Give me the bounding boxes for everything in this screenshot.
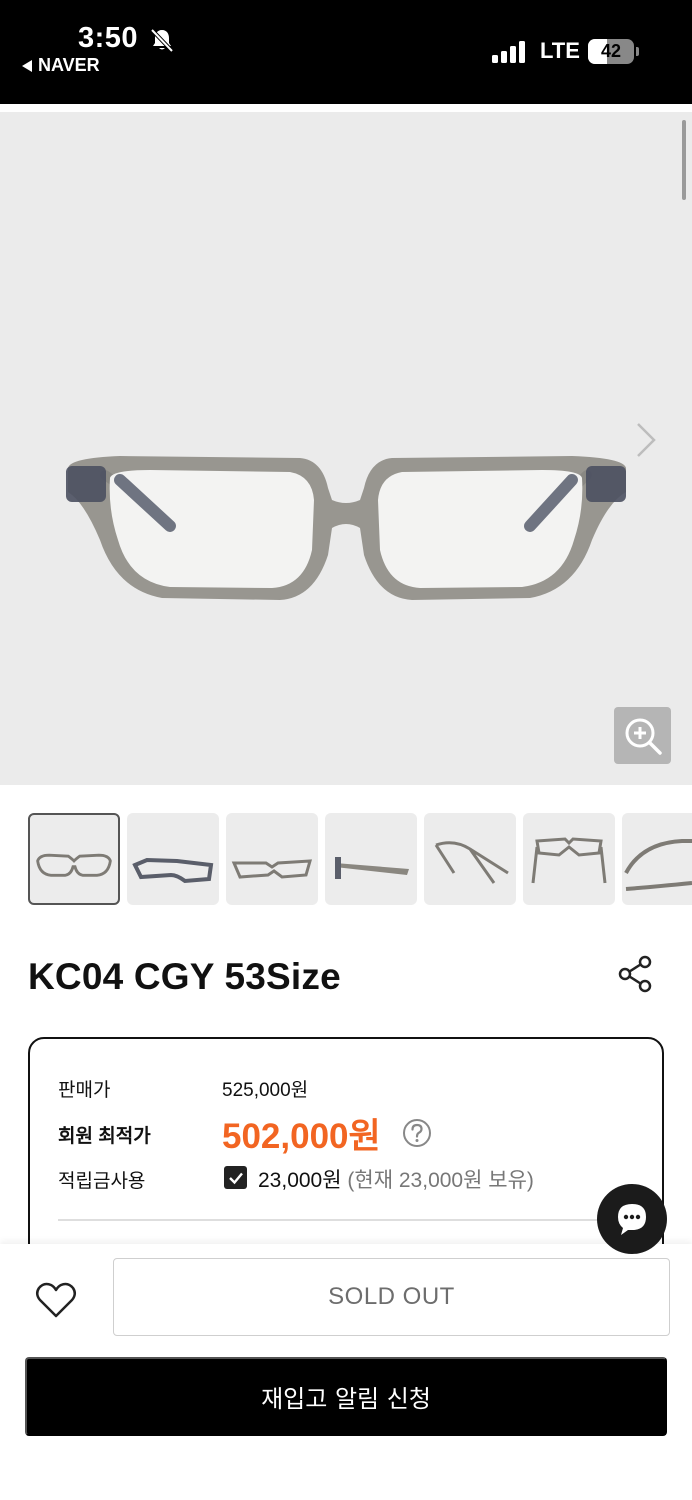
restock-alert-button[interactable]: 재입고 알림 신청 bbox=[25, 1357, 667, 1436]
heart-icon[interactable] bbox=[34, 1278, 78, 1322]
scrollbar[interactable] bbox=[682, 120, 686, 200]
thumbnail-front-view bbox=[36, 853, 112, 877]
member-price-value: 502,000원 bbox=[222, 1117, 381, 1156]
thumbnail-top-view bbox=[531, 837, 607, 884]
thumbnail-4[interactable] bbox=[325, 813, 417, 905]
thumbnail-1[interactable] bbox=[28, 813, 120, 905]
thumbnail-side-angle-view bbox=[132, 857, 214, 884]
zoom-button[interactable] bbox=[614, 707, 671, 764]
thumbnail-strip[interactable] bbox=[28, 813, 692, 905]
points-balance-note: (현재 23,000원 보유) bbox=[347, 1169, 534, 1192]
thumbnail-close-up-view bbox=[624, 839, 692, 891]
points-use-checkbox[interactable] bbox=[224, 1166, 247, 1189]
checkmark-icon bbox=[228, 1172, 243, 1184]
thumbnail-5[interactable] bbox=[424, 813, 516, 905]
member-price-label: 회원 최적가 bbox=[58, 1126, 151, 1147]
chat-bubble-icon bbox=[618, 1204, 646, 1235]
points-use-label: 적립금사용 bbox=[58, 1171, 146, 1192]
battery-level: 42 bbox=[600, 41, 622, 61]
battery-icon: 42 bbox=[588, 39, 634, 64]
network-type: LTE bbox=[540, 38, 580, 63]
status-bar: 3:50 NAVER LTE 42 bbox=[0, 0, 692, 104]
product-title: KC04 CGY 53Size bbox=[28, 956, 341, 997]
question-icon[interactable] bbox=[402, 1118, 432, 1148]
bell-slash-icon bbox=[150, 28, 174, 53]
signal-icon bbox=[492, 41, 525, 63]
chat-button[interactable] bbox=[597, 1184, 667, 1254]
zoom-in-icon bbox=[625, 718, 662, 755]
back-app-label: NAVER bbox=[38, 55, 100, 75]
product-glasses-image bbox=[66, 456, 626, 600]
sale-price-value: 525,000원 bbox=[222, 1080, 309, 1101]
next-arrow-icon[interactable] bbox=[630, 420, 660, 460]
points-use-value: 23,000원 (현재 23,000원 보유) bbox=[258, 1164, 534, 1194]
back-to-naver-button[interactable]: NAVER bbox=[22, 55, 100, 76]
status-time: 3:50 bbox=[78, 22, 139, 54]
points-amount: 23,000원 bbox=[258, 1169, 342, 1192]
thumbnail-three-quarter-view bbox=[231, 859, 313, 879]
thumbnail-6[interactable] bbox=[523, 813, 615, 905]
battery-nub bbox=[636, 47, 639, 56]
back-triangle-icon bbox=[22, 59, 32, 72]
thumbnail-folded-view bbox=[434, 841, 509, 884]
thumbnail-3[interactable] bbox=[226, 813, 318, 905]
thumbnail-2[interactable] bbox=[127, 813, 219, 905]
sale-price-label: 판매가 bbox=[58, 1080, 111, 1101]
sold-out-button[interactable]: SOLD OUT bbox=[113, 1258, 670, 1336]
divider bbox=[58, 1219, 636, 1221]
thumbnail-temple-view bbox=[335, 857, 409, 879]
share-icon[interactable] bbox=[614, 952, 658, 996]
thumbnail-7[interactable] bbox=[622, 813, 692, 905]
